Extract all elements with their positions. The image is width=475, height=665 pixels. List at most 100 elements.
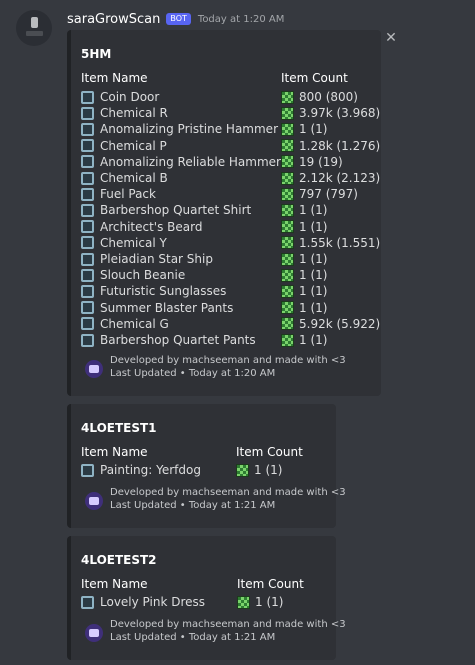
- item-name: Chemical R: [100, 106, 168, 121]
- item-name-row: Futuristic Sunglasses: [81, 283, 226, 299]
- item-name: Anomalizing Pristine Hammer: [100, 122, 278, 137]
- column-header-item-name: Item Name: [81, 577, 148, 591]
- embed-title: 5HM: [81, 47, 112, 61]
- checkbox-icon: [81, 171, 94, 185]
- checkbox-icon: [81, 301, 94, 315]
- checkbox-icon: [81, 268, 94, 282]
- item-name-row: Pleiadian Star Ship: [81, 251, 213, 267]
- developer-avatar-icon: [85, 624, 103, 642]
- embed-card: 4LOETEST2 Item Name Item Count Lovely Pink …: [67, 536, 346, 660]
- item-name-row: Barbershop Quartet Shirt: [81, 202, 251, 218]
- avatar-base: [26, 31, 43, 36]
- item-name-row: Architect's Beard: [81, 219, 202, 235]
- item-name-row: Anomalizing Reliable Hammer: [81, 154, 281, 170]
- growtopia-block-icon: [281, 333, 294, 347]
- item-count-row: 1.55k (1.551): [281, 235, 380, 251]
- item-count-row: 1 (1): [281, 219, 327, 235]
- item-name-row: Chemical P: [81, 138, 167, 154]
- item-count-row: 797 (797): [281, 186, 358, 202]
- checkbox-icon: [81, 139, 94, 153]
- growtopia-block-icon: [281, 139, 294, 153]
- checkbox-icon: [81, 252, 94, 266]
- item-name: Pleiadian Star Ship: [100, 252, 213, 266]
- growtopia-block-icon: [281, 106, 294, 120]
- item-name: Slouch Beanie: [100, 268, 186, 283]
- column-header-item-count: Item Count: [281, 71, 348, 85]
- item-count-row: 1 (1): [281, 121, 327, 137]
- item-name-row: Fuel Pack: [81, 186, 156, 202]
- checkbox-icon: [81, 284, 94, 298]
- item-name: Chemical P: [100, 138, 167, 153]
- embed-card: 5HM Item Name Item Count Coin Door 800 (800)…: [67, 30, 381, 396]
- item-name: Fuel Pack: [100, 187, 156, 202]
- item-count-row: 5.92k (5.922): [281, 316, 380, 332]
- footer-last-updated: Last Updated • Today at 1:21 AM: [110, 500, 276, 511]
- developer-avatar-face: [89, 365, 99, 373]
- embed-footer: Developed by machseeman and made with <3…: [110, 618, 346, 644]
- item-count: 1 (1): [299, 219, 328, 234]
- item-count: 1.55k (1.551): [299, 235, 381, 250]
- column-header-item-name: Item Name: [81, 71, 148, 85]
- footer-credit: Developed by machseeman and made with <3: [110, 619, 346, 630]
- item-count: 1 (1): [299, 333, 328, 347]
- item-name: Barbershop Quartet Shirt: [100, 203, 252, 218]
- growtopia-block-icon: [281, 203, 294, 217]
- checkbox-icon: [81, 333, 94, 347]
- close-icon[interactable]: ✕: [383, 30, 399, 46]
- item-count: 5.92k (5.922): [299, 316, 381, 331]
- item-count: 1 (1): [299, 268, 328, 283]
- item-count-row: 1 (1): [281, 332, 327, 348]
- item-count: 1 (1): [299, 122, 328, 137]
- checkbox-icon: [81, 90, 94, 104]
- bot-avatar[interactable]: [16, 10, 52, 46]
- growtopia-block-icon: [281, 187, 294, 201]
- item-name: Architect's Beard: [100, 219, 203, 234]
- item-name: Lovely Pink Dress: [100, 595, 206, 609]
- item-name: Barbershop Quartet Pants: [100, 333, 256, 347]
- growtopia-block-icon: [281, 252, 294, 266]
- item-name-row: Slouch Beanie: [81, 267, 185, 283]
- item-count: 797 (797): [299, 187, 358, 202]
- item-count: 1 (1): [254, 463, 283, 477]
- item-name: Anomalizing Reliable Hammer: [100, 154, 281, 169]
- checkbox-icon: [81, 122, 94, 136]
- item-count: 1 (1): [299, 284, 328, 299]
- username[interactable]: saraGrowScan: [67, 12, 160, 27]
- item-count-row: 1 (1): [281, 300, 327, 316]
- item-count: 19 (19): [299, 154, 343, 169]
- checkbox-icon: [81, 203, 94, 217]
- embed-card: 4LOETEST1 Item Name Item Count Painting: Ye…: [67, 404, 346, 528]
- item-count-row: 1 (1): [281, 267, 327, 283]
- item-name: Summer Blaster Pants: [100, 300, 234, 315]
- column-header-item-name: Item Name: [81, 445, 148, 459]
- growtopia-block-icon: [281, 268, 294, 282]
- item-count: 2.12k (2.123): [299, 171, 381, 185]
- checkbox-icon: [81, 187, 94, 201]
- item-count-row: 1 (1): [281, 202, 327, 218]
- item-name-row: Coin Door: [81, 89, 159, 105]
- growtopia-block-icon: [281, 236, 294, 250]
- developer-avatar-face: [89, 629, 99, 637]
- item-count-row: 800 (800): [281, 89, 358, 105]
- checkbox-icon: [81, 220, 94, 234]
- item-name: Coin Door: [100, 90, 160, 104]
- growtopia-block-icon: [281, 155, 294, 169]
- checkbox-icon: [81, 155, 94, 169]
- item-name-row: Chemical R: [81, 105, 168, 121]
- item-count: 3.97k (3.968): [299, 106, 381, 121]
- embed-title: 4LOETEST1: [81, 421, 157, 435]
- item-name-row: Barbershop Quartet Pants: [81, 332, 256, 348]
- item-name-row: Chemical Y: [81, 235, 167, 251]
- footer-credit: Developed by machseeman and made with <3: [110, 487, 346, 498]
- developer-avatar-icon: [85, 492, 103, 510]
- message-timestamp[interactable]: Today at 1:20 AM: [198, 14, 284, 25]
- item-name: Chemical B: [100, 171, 168, 185]
- item-count-row: 19 (19): [281, 154, 343, 170]
- item-count: 1 (1): [299, 203, 328, 218]
- checkbox-icon: [81, 106, 94, 120]
- item-name-row: Painting: Yerfdog: [81, 462, 201, 478]
- test-tube-icon: [31, 17, 38, 28]
- item-count-row: 3.97k (3.968): [281, 105, 380, 121]
- item-count-row: 1 (1): [281, 251, 327, 267]
- checkbox-icon: [81, 463, 94, 477]
